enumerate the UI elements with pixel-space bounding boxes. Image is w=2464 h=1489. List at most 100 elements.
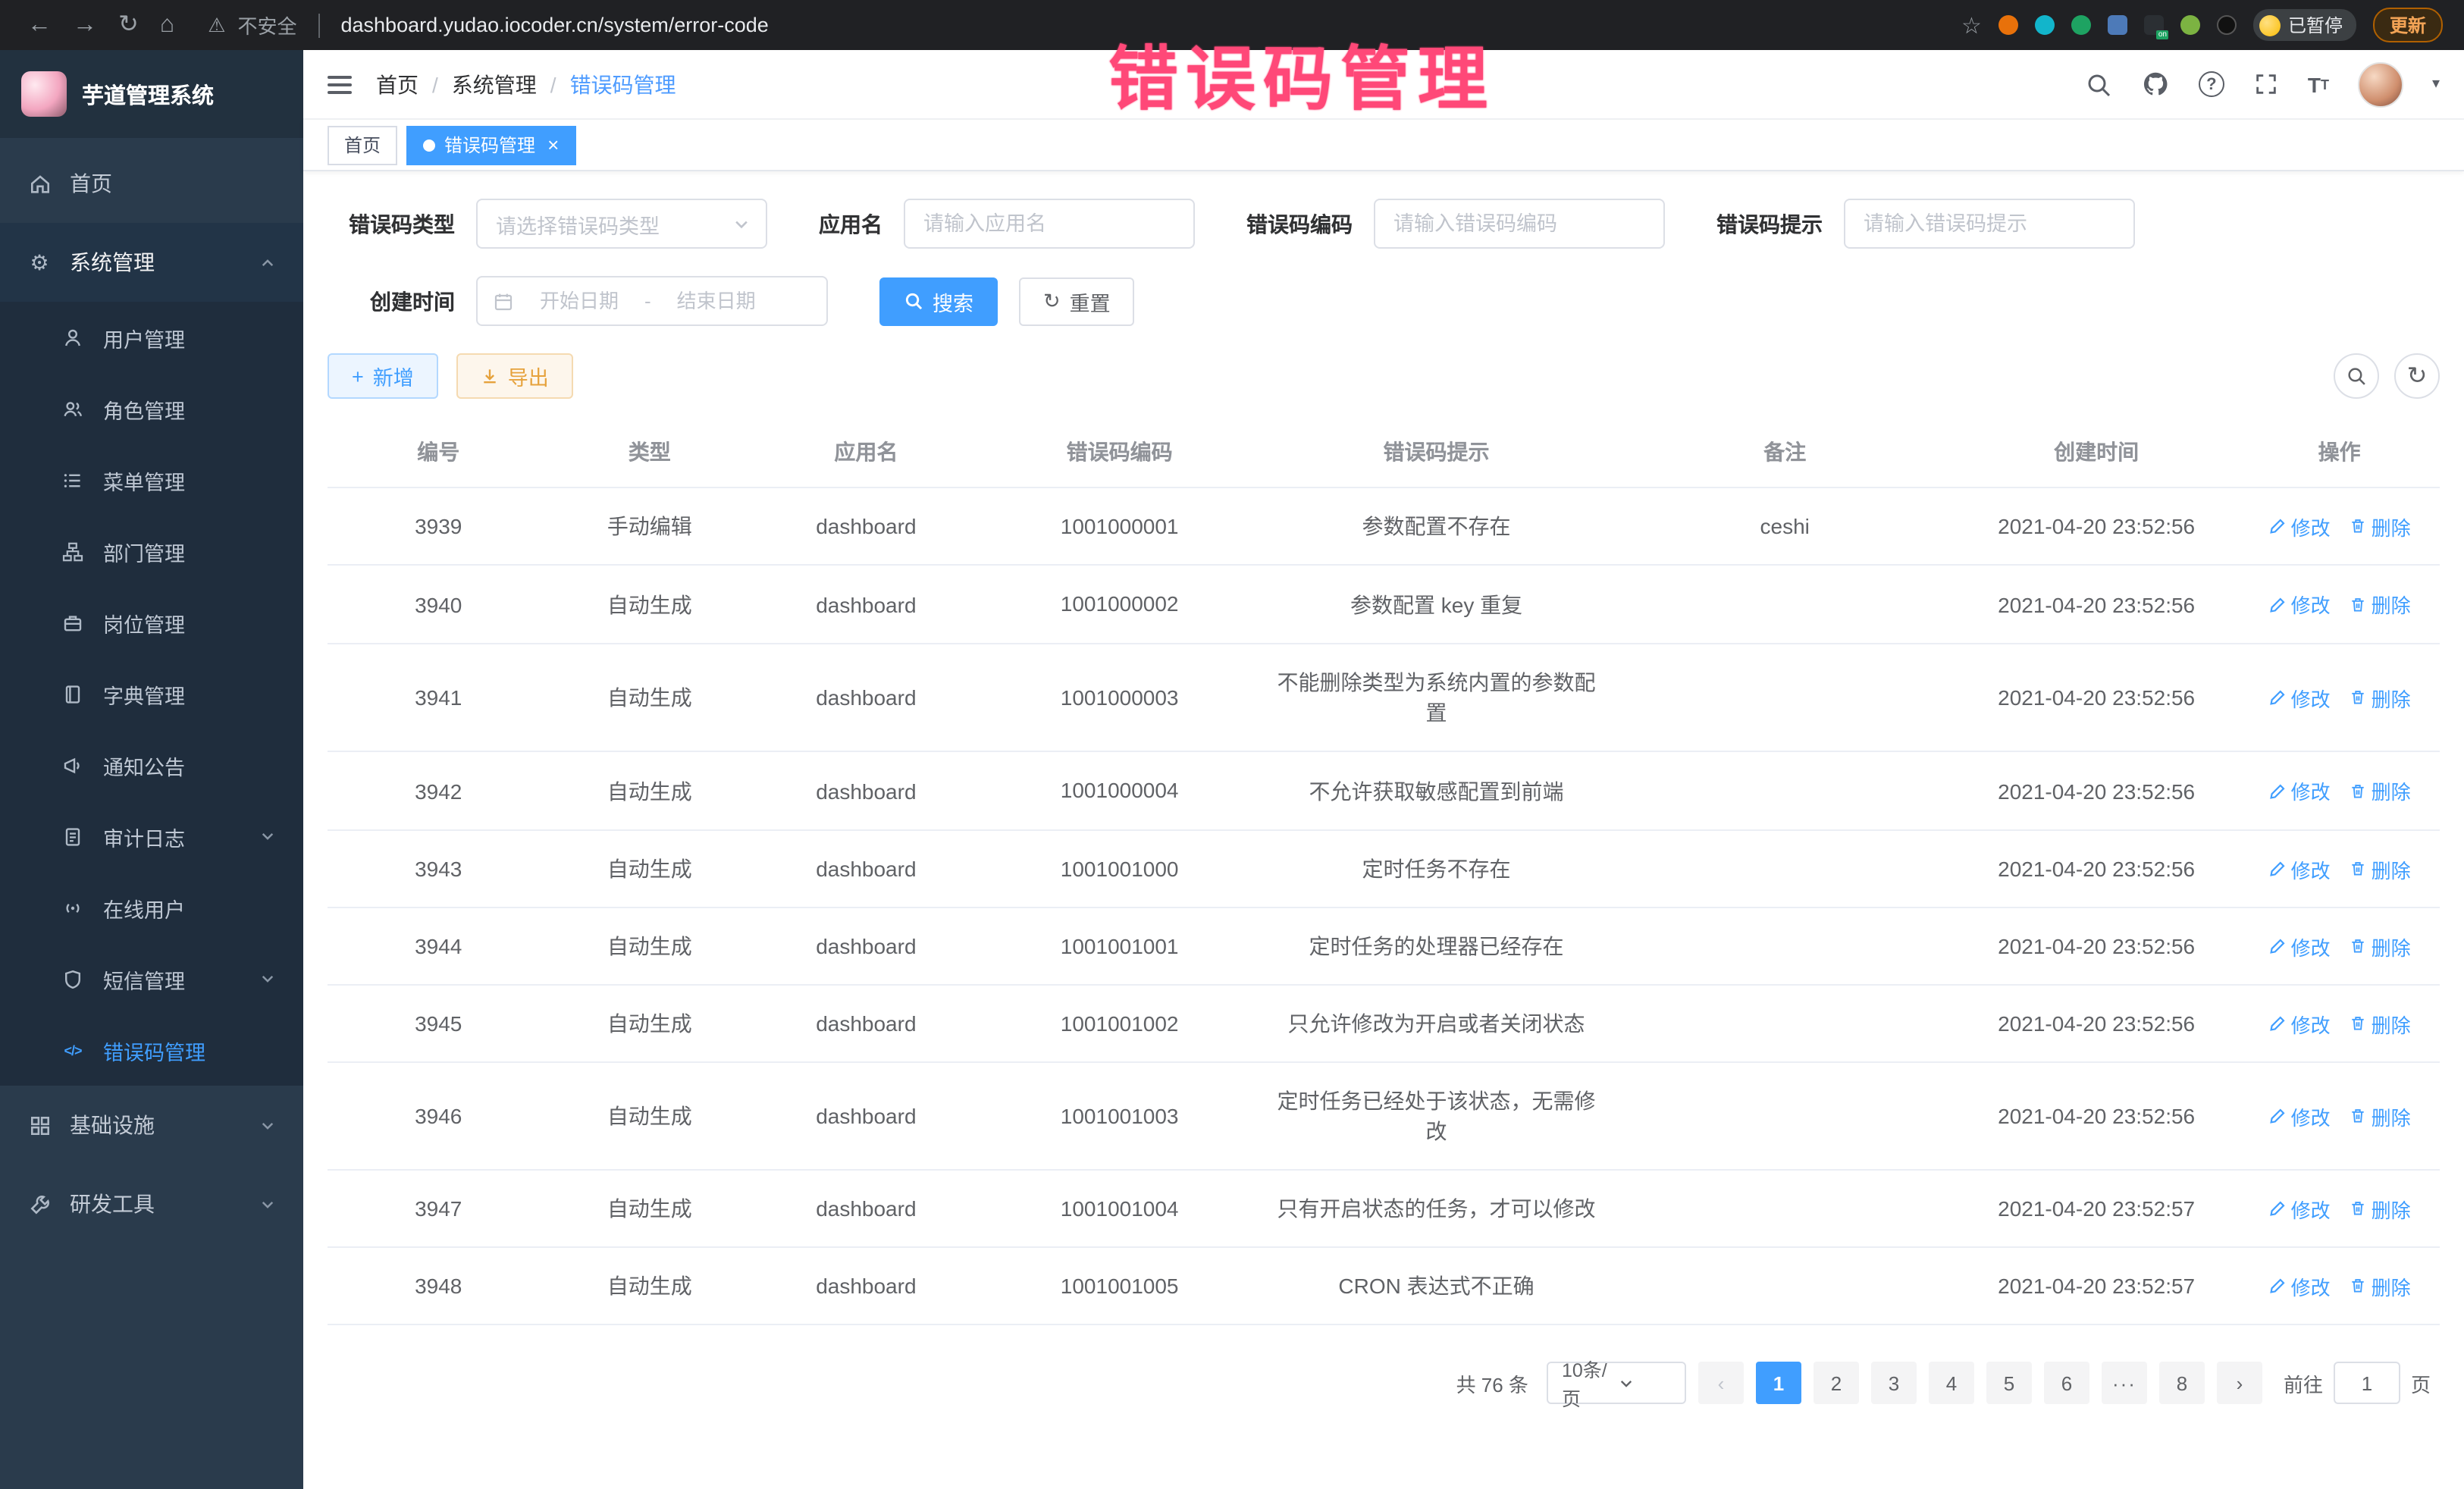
forward-icon[interactable]: → [73, 13, 97, 37]
edit-link[interactable]: 修改 [2268, 1009, 2331, 1038]
edit-link[interactable]: 修改 [2268, 1194, 2331, 1223]
trash-icon [2349, 1107, 2367, 1125]
address-bar[interactable]: ⚠ 不安全 dashboard.yudao.iocoder.cn/system/… [187, 11, 1955, 39]
font-size-icon[interactable]: TT [2308, 72, 2329, 96]
header-code: 错误码编码 [983, 417, 1257, 487]
edit-link[interactable]: 修改 [2268, 512, 2331, 541]
sidebar-item-menu-management[interactable]: 菜单管理 [0, 444, 303, 516]
start-date-input[interactable] [523, 290, 635, 312]
sidebar-item-dictionary-management[interactable]: 字典管理 [0, 658, 303, 729]
browser-update-button[interactable]: 更新 [2373, 8, 2443, 42]
extension-icon-orange[interactable] [1998, 15, 2018, 35]
tab-home[interactable]: 首页 [328, 125, 397, 165]
page-button-2[interactable]: 2 [1814, 1362, 1859, 1404]
home-icon[interactable]: ⌂ [160, 13, 174, 37]
grid-icon [27, 1113, 52, 1137]
github-icon[interactable] [2141, 70, 2170, 99]
close-tab-icon[interactable]: × [547, 135, 559, 155]
extension-icon-dark[interactable]: on [2144, 15, 2164, 35]
delete-link[interactable]: 删除 [2349, 1009, 2411, 1038]
edit-link[interactable]: 修改 [2268, 1271, 2331, 1300]
cell-code: 1001001000 [983, 830, 1257, 908]
breadcrumb-home[interactable]: 首页 [376, 69, 419, 99]
cell-code: 1001000004 [983, 751, 1257, 830]
sidebar-item-department-management[interactable]: 部门管理 [0, 516, 303, 587]
cell-code: 1001001004 [983, 1170, 1257, 1247]
edit-pencil-icon [2268, 782, 2287, 800]
sidebar-item-audit-log[interactable]: 审计日志 [0, 801, 303, 872]
sidebar-item-system-management[interactable]: ⚙ 系统管理 [0, 223, 303, 302]
delete-link[interactable]: 删除 [2349, 1102, 2411, 1130]
delete-link[interactable]: 删除 [2349, 590, 2411, 619]
bookmark-star-icon[interactable]: ☆ [1961, 11, 1982, 39]
page-button-4[interactable]: 4 [1929, 1362, 1974, 1404]
edit-link[interactable]: 修改 [2268, 1102, 2331, 1130]
help-icon[interactable]: ? [2199, 71, 2224, 97]
tab-error-code-management[interactable]: 错误码管理 × [406, 125, 575, 165]
sidebar-item-role-management[interactable]: 角色管理 [0, 373, 303, 444]
reset-button[interactable]: ↻ 重置 [1019, 277, 1135, 325]
sidebar-item-error-code-management[interactable]: </> 错误码管理 [0, 1014, 303, 1086]
extension-icon-teal[interactable] [2035, 15, 2055, 35]
page-size-select[interactable]: 10条/页 [1547, 1362, 1686, 1404]
error-type-select[interactable]: 请选择错误码类型 [476, 199, 767, 249]
app-logo[interactable]: 芋道管理系统 [0, 50, 303, 138]
delete-link[interactable]: 删除 [2349, 932, 2411, 961]
page-button-6[interactable]: 6 [2044, 1362, 2089, 1404]
sidebar-toggle-icon[interactable] [328, 75, 352, 93]
pin-extension-icon[interactable] [2217, 15, 2237, 35]
extension-icon-green[interactable] [2071, 15, 2091, 35]
delete-link[interactable]: 删除 [2349, 512, 2411, 541]
refresh-table-button[interactable]: ↻ [2394, 353, 2440, 399]
edit-link[interactable]: 修改 [2268, 590, 2331, 619]
fullscreen-icon[interactable] [2253, 71, 2279, 97]
add-button[interactable]: + 新增 [328, 353, 438, 399]
reset-button-label: 重置 [1070, 286, 1111, 316]
error-code-input[interactable] [1374, 199, 1665, 249]
date-range-picker[interactable]: - [476, 276, 828, 326]
delete-link[interactable]: 删除 [2349, 683, 2411, 712]
search-icon[interactable] [2085, 71, 2112, 98]
page-button-8[interactable]: 8 [2159, 1362, 2205, 1404]
page-button-3[interactable]: 3 [1871, 1362, 1917, 1404]
extension-icon-blue[interactable] [2108, 15, 2127, 35]
page-button-1[interactable]: 1 [1756, 1362, 1801, 1404]
more-pages-button[interactable]: ··· [2102, 1362, 2147, 1404]
export-button[interactable]: 导出 [456, 353, 573, 399]
show-search-icon-button[interactable] [2334, 353, 2379, 399]
page-button-5[interactable]: 5 [1986, 1362, 2032, 1404]
error-message-input[interactable] [1844, 199, 2135, 249]
edit-link[interactable]: 修改 [2268, 932, 2331, 961]
sidebar-item-sms-management[interactable]: 短信管理 [0, 943, 303, 1014]
sidebar-item-notice-announcement[interactable]: 通知公告 [0, 729, 303, 801]
end-date-input[interactable] [660, 290, 773, 312]
sidebar-item-infrastructure[interactable]: 基础设施 [0, 1086, 303, 1165]
search-button[interactable]: 搜索 [879, 277, 998, 325]
delete-link[interactable]: 删除 [2349, 776, 2411, 805]
sidebar-item-position-management[interactable]: 岗位管理 [0, 587, 303, 658]
avatar[interactable] [2358, 61, 2403, 107]
delete-link[interactable]: 删除 [2349, 854, 2411, 883]
prev-page-button[interactable]: ‹ [1698, 1362, 1744, 1404]
cell-actions: 修改删除 [2239, 1170, 2440, 1247]
extension-icon-leaf[interactable] [2180, 15, 2200, 35]
goto-page-input[interactable] [2334, 1362, 2400, 1404]
back-icon[interactable]: ← [27, 13, 52, 37]
delete-link[interactable]: 删除 [2349, 1271, 2411, 1300]
edit-link[interactable]: 修改 [2268, 683, 2331, 712]
next-page-button[interactable]: › [2217, 1362, 2262, 1404]
breadcrumb-system[interactable]: 系统管理 [452, 69, 537, 99]
cell-message: CRON 表达式不正确 [1257, 1247, 1616, 1324]
cell-remark [1616, 565, 1954, 644]
edit-link[interactable]: 修改 [2268, 854, 2331, 883]
sidebar-item-user-management[interactable]: 用户管理 [0, 302, 303, 373]
app-name-input[interactable] [904, 199, 1195, 249]
edit-link[interactable]: 修改 [2268, 776, 2331, 805]
sidebar-item-online-users[interactable]: 在线用户 [0, 872, 303, 943]
profile-paused-chip[interactable]: 已暂停 [2253, 9, 2356, 41]
reload-icon[interactable]: ↻ [118, 13, 139, 37]
delete-link[interactable]: 删除 [2349, 1194, 2411, 1223]
sidebar-item-home[interactable]: 首页 [0, 144, 303, 223]
chevron-down-icon[interactable]: ▾ [2432, 76, 2440, 92]
sidebar-item-dev-tools[interactable]: 研发工具 [0, 1165, 303, 1243]
